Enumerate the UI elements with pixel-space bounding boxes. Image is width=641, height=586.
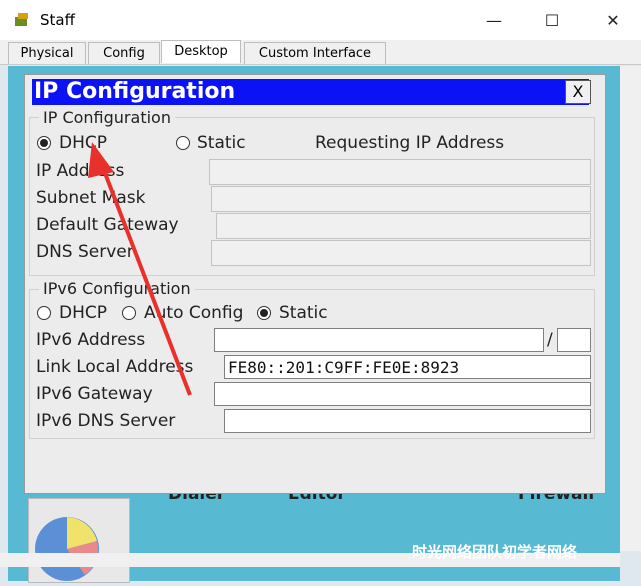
- annotation-arrow: [88, 142, 192, 396]
